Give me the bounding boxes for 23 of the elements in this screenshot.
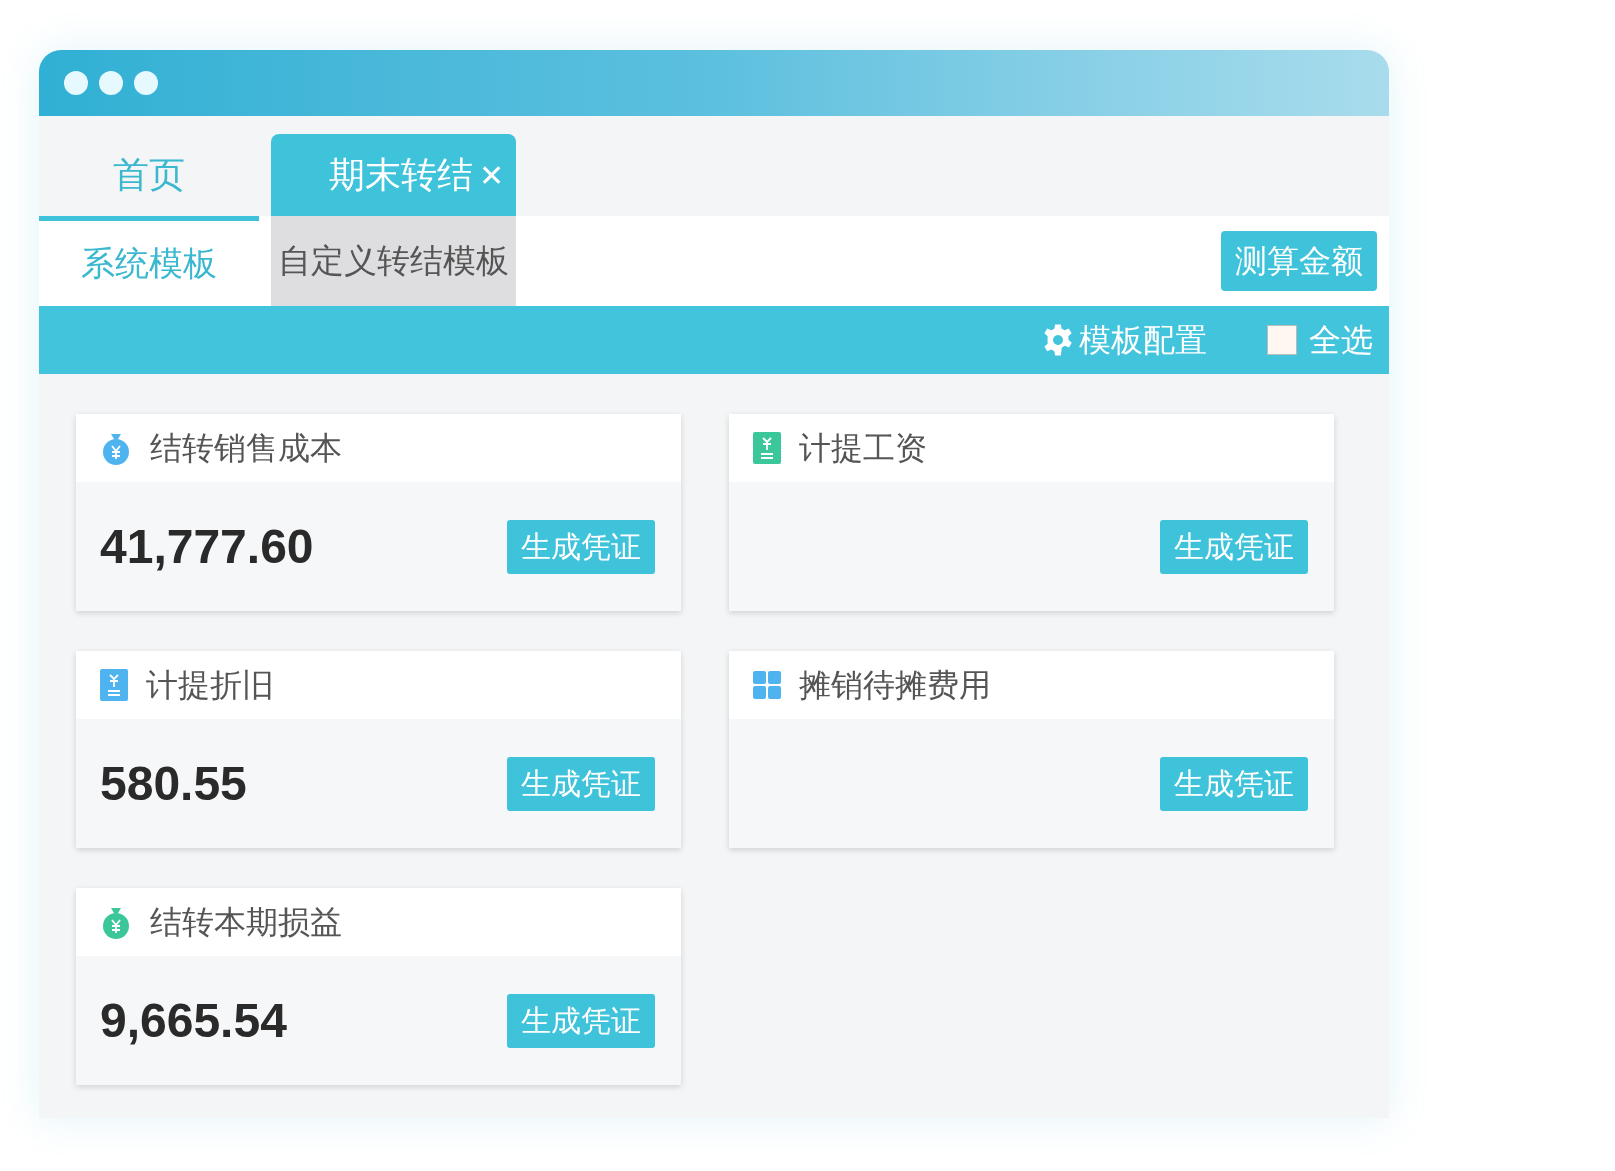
tab[interactable]: 首页 [39, 134, 259, 216]
generate-voucher-button[interactable]: 生成凭证 [507, 993, 655, 1048]
card-title: 结转销售成本 [150, 429, 342, 468]
select-all-checkbox[interactable]: 全选 [1267, 316, 1373, 364]
sub-tab[interactable]: 自定义转结模板 [271, 216, 516, 306]
amount: 9,665.54 [100, 992, 287, 1049]
card-title: 计提工资 [799, 429, 927, 468]
amount: 580.55 [100, 755, 247, 812]
settings-icon [1041, 323, 1075, 357]
amount: 41,777.60 [100, 518, 314, 575]
template-config-button[interactable]: 模板配置 [1041, 316, 1207, 364]
generate-voucher-button[interactable]: 生成凭证 [1160, 519, 1308, 574]
tab-label: 期末转结 [329, 153, 473, 197]
card-title: 计提折旧 [146, 666, 274, 705]
close-icon[interactable]: ✕ [479, 152, 504, 198]
tab-label: 首页 [113, 153, 185, 197]
calculate-button[interactable]: 测算金额 [1221, 231, 1377, 291]
tab[interactable]: 期末转结 ✕ [271, 134, 516, 216]
card-title: 摊销待摊费用 [799, 666, 991, 705]
generate-voucher-button[interactable]: 生成凭证 [507, 756, 655, 811]
generate-voucher-button[interactable]: 生成凭证 [1160, 756, 1308, 811]
generate-voucher-button[interactable]: 生成凭证 [507, 519, 655, 574]
card-title: 结转本期损益 [150, 903, 342, 942]
